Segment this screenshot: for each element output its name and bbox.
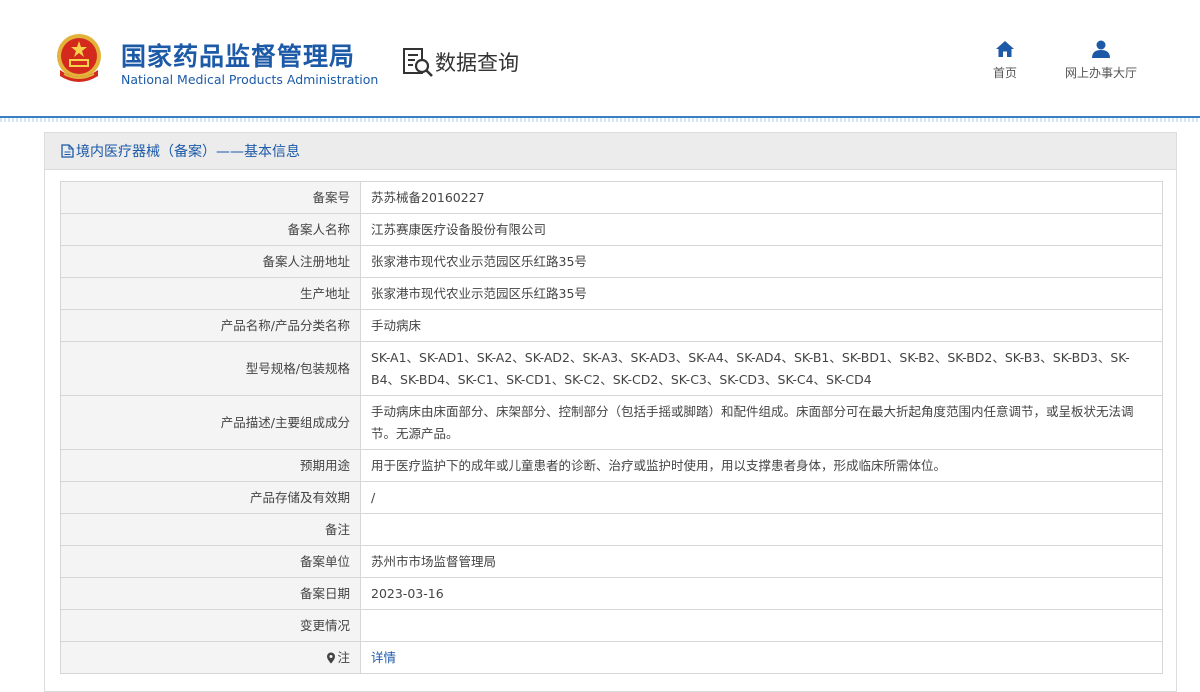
national-emblem-icon (57, 34, 101, 82)
nav-online-service-hall[interactable]: 网上办事大厅 (1056, 40, 1146, 81)
basic-info-table: 备案号 苏苏械备20160227 备案人名称 江苏赛康医疗设备股份有限公司 备案… (60, 181, 1163, 674)
user-icon (1092, 40, 1110, 58)
field-value: 苏州市市场监督管理局 (360, 545, 1163, 578)
field-value: 张家港市现代农业示范园区乐红路35号 (360, 277, 1163, 310)
field-label: 备案单位 (60, 545, 361, 578)
field-value: 江苏赛康医疗设备股份有限公司 (360, 213, 1163, 246)
field-label: 预期用途 (60, 449, 361, 482)
field-value: 2023-03-16 (360, 577, 1163, 610)
field-value (360, 609, 1163, 642)
note-label: 注 (337, 649, 350, 665)
document-icon (61, 144, 74, 158)
brand-title: 数据查询 (435, 51, 519, 75)
field-label: 备注 (60, 513, 361, 546)
field-label: 变更情况 (60, 609, 361, 642)
detail-panel: 境内医疗器械（备案）——基本信息 备案号 苏苏械备20160227 备案人名称 … (44, 132, 1177, 692)
table-row: 产品描述/主要组成成分 手动病床由床面部分、床架部分、控制部分（包括手摇或脚踏）… (60, 395, 1163, 450)
field-label: 备案日期 (60, 577, 361, 610)
nav-home-label: 首页 (992, 66, 1017, 80)
org-name-en: National Medical Products Administration (121, 72, 379, 87)
table-row: 备案单位 苏州市市场监督管理局 (60, 545, 1163, 578)
table-row: 产品存储及有效期 / (60, 481, 1163, 514)
panel-header: 境内医疗器械（备案）——基本信息 (45, 133, 1176, 170)
field-value: 用于医疗监护下的成年或儿童患者的诊断、治疗或监护时使用，用以支撑患者身体，形成临… (360, 449, 1163, 482)
document-search-icon (403, 48, 433, 77)
field-label: 注 (60, 641, 361, 674)
panel-title: 境内医疗器械（备案）——基本信息 (76, 144, 300, 160)
nav-home[interactable]: 首页 (984, 40, 1026, 81)
location-pin-icon (327, 652, 336, 663)
home-icon (996, 41, 1014, 57)
field-value (360, 513, 1163, 546)
table-row: 变更情况 (60, 609, 1163, 642)
field-value: SK-A1、SK-AD1、SK-A2、SK-AD2、SK-A3、SK-AD3、S… (360, 341, 1163, 396)
field-value: 详情 (360, 641, 1163, 674)
field-label: 备案人名称 (60, 213, 361, 246)
field-label: 产品存储及有效期 (60, 481, 361, 514)
table-row: 备案人名称 江苏赛康医疗设备股份有限公司 (60, 213, 1163, 246)
table-row: 注 详情 (60, 641, 1163, 674)
header-divider-pattern (0, 118, 1200, 122)
field-label: 生产地址 (60, 277, 361, 310)
table-row: 生产地址 张家港市现代农业示范园区乐红路35号 (60, 277, 1163, 310)
table-row: 备案日期 2023-03-16 (60, 577, 1163, 610)
field-value: 张家港市现代农业示范园区乐红路35号 (360, 245, 1163, 278)
field-label: 备案号 (60, 181, 361, 214)
nav-hall-label: 网上办事大厅 (1064, 66, 1137, 80)
table-row: 备案人注册地址 张家港市现代农业示范园区乐红路35号 (60, 245, 1163, 278)
field-value: 苏苏械备20160227 (360, 181, 1163, 214)
field-label: 型号规格/包装规格 (60, 341, 361, 396)
field-label: 备案人注册地址 (60, 245, 361, 278)
field-label: 产品名称/产品分类名称 (60, 309, 361, 342)
field-value: / (360, 481, 1163, 514)
table-row: 备注 (60, 513, 1163, 546)
org-name-cn: 国家药品监督管理局 (121, 42, 356, 71)
table-row: 预期用途 用于医疗监护下的成年或儿童患者的诊断、治疗或监护时使用，用以支撑患者身… (60, 449, 1163, 482)
field-value: 手动病床由床面部分、床架部分、控制部分（包括手摇或脚踏）和配件组成。床面部分可在… (360, 395, 1163, 450)
table-row: 产品名称/产品分类名称 手动病床 (60, 309, 1163, 342)
table-row: 型号规格/包装规格 SK-A1、SK-AD1、SK-A2、SK-AD2、SK-A… (60, 341, 1163, 396)
data-query-brand: 数据查询 (402, 46, 519, 78)
field-value: 手动病床 (360, 309, 1163, 342)
table-row: 备案号 苏苏械备20160227 (60, 181, 1163, 214)
site-header: 国家药品监督管理局 National Medical Products Admi… (0, 0, 1200, 116)
field-label: 产品描述/主要组成成分 (60, 395, 361, 450)
details-link[interactable]: 详情 (371, 650, 396, 665)
